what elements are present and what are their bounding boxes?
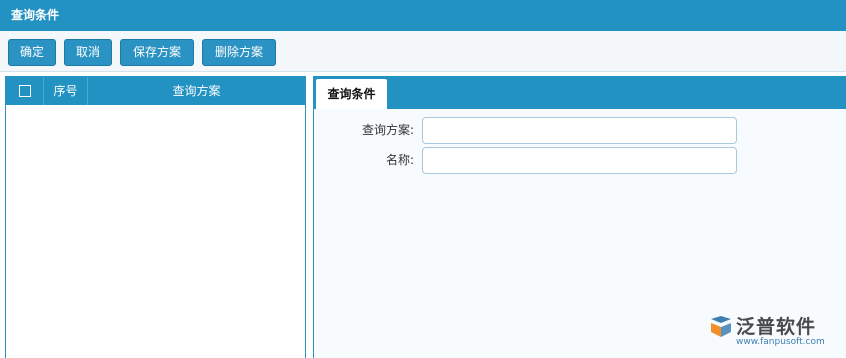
query-scheme-label: 查询方案:: [361, 123, 414, 137]
column-header-scheme[interactable]: 查询方案: [88, 77, 305, 105]
logo-url: www.fanpusoft.com: [736, 337, 825, 347]
brand-logo: 泛普软件 www.fanpusoft.com: [708, 311, 836, 351]
select-all-checkbox[interactable]: [18, 84, 31, 97]
name-label: 名称:: [385, 153, 414, 167]
grid-header: 序号 查询方案: [6, 77, 305, 105]
scheme-list-panel: 序号 查询方案: [5, 76, 306, 358]
logo-name: 泛普软件: [736, 316, 817, 338]
toolbar: 确定 取消 保存方案 删除方案: [0, 31, 846, 72]
delete-scheme-button[interactable]: 删除方案: [202, 39, 276, 66]
tab-strip: 查询条件: [314, 76, 846, 109]
window-title: 查询条件: [0, 0, 846, 31]
tab-query-conditions[interactable]: 查询条件: [316, 79, 387, 109]
cancel-button[interactable]: 取消: [64, 39, 112, 66]
select-all-cell[interactable]: [6, 77, 44, 105]
name-input[interactable]: [422, 147, 737, 174]
confirm-button[interactable]: 确定: [8, 39, 56, 66]
query-scheme-input[interactable]: [422, 117, 737, 144]
column-header-seq[interactable]: 序号: [44, 77, 88, 105]
save-scheme-button[interactable]: 保存方案: [120, 39, 194, 66]
logo-mark-icon: [711, 316, 731, 337]
